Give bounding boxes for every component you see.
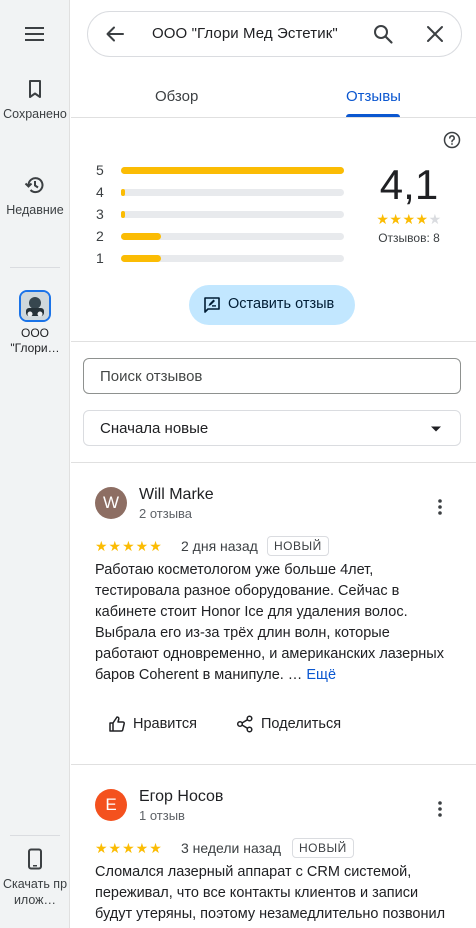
new-badge: НОВЫЙ xyxy=(292,838,354,858)
rating-row-label: 4 xyxy=(96,184,104,200)
rail-recent[interactable]: Недавние xyxy=(0,174,70,218)
rating-bar-track xyxy=(121,255,344,262)
star-filled-icon: ★ xyxy=(402,211,416,227)
write-review-button[interactable]: Оставить отзыв xyxy=(189,285,355,325)
rail-place-label-1: ООО xyxy=(20,326,49,340)
reviewer-meta: 1 отзыв xyxy=(139,808,185,823)
sort-select[interactable]: Сначала новые xyxy=(83,410,461,446)
thumb-up-icon xyxy=(109,716,125,732)
rail-place-label-2: "Глори… xyxy=(10,341,60,355)
rating-row-label: 2 xyxy=(96,228,104,244)
review-text: Сломался лазерный аппарат с CRM системой… xyxy=(95,864,446,922)
rating-row-label: 3 xyxy=(96,206,104,222)
place-thumbnail xyxy=(19,290,51,322)
star-filled-icon: ★ xyxy=(389,211,403,227)
review-item: W Will Marke 2 отзыва ★★★★★ 2 дня назад … xyxy=(71,463,476,763)
reviewer-name[interactable]: Will Marke xyxy=(139,486,214,504)
average-rating: 4,1 xyxy=(379,161,439,208)
rating-bar-fill xyxy=(121,189,125,196)
search-reviews-input[interactable] xyxy=(83,358,461,394)
rail-download-app[interactable]: Скачать прилож… xyxy=(0,848,70,908)
review-date: 3 недели назад xyxy=(181,840,281,856)
review-item: Е Егор Носов 1 отзыв ★★★★★ 3 недели наза… xyxy=(71,765,476,928)
share-icon xyxy=(236,715,253,733)
rate-review-icon xyxy=(204,297,220,313)
tab-reviews[interactable]: Отзывы xyxy=(346,88,401,105)
search-query[interactable]: ООО "Глори Мед Эстетик" xyxy=(152,25,338,42)
share-label: Поделиться xyxy=(261,716,342,732)
history-icon xyxy=(24,177,44,194)
rail-recent-label: Недавние xyxy=(6,203,64,217)
phone-icon xyxy=(28,848,42,870)
rail-divider xyxy=(10,267,60,268)
help-icon[interactable] xyxy=(443,131,461,149)
review-body: Работаю косметологом уже больше 4лет, те… xyxy=(95,562,444,683)
tab-overview[interactable]: Обзор xyxy=(155,88,198,105)
rail-download-label: Скачать прилож… xyxy=(2,877,68,907)
rating-bar-fill xyxy=(121,255,161,262)
rating-bar-fill xyxy=(121,167,344,174)
search-bar[interactable]: ООО "Глори Мед Эстетик" xyxy=(87,11,462,57)
star-filled-icon: ★ xyxy=(415,211,429,227)
reviewer-avatar[interactable]: W xyxy=(95,487,127,519)
like-button[interactable]: Нравится xyxy=(108,715,208,735)
review-date: 2 дня назад xyxy=(181,538,258,554)
share-button[interactable]: Поделиться xyxy=(236,715,356,735)
menu-icon[interactable] xyxy=(22,22,48,46)
bookmark-icon xyxy=(29,80,41,98)
review-stars: ★★★★★ xyxy=(95,840,163,856)
left-rail: Сохранено Недавние ООО "Глори… Скачать п… xyxy=(0,0,70,928)
rating-bar-track xyxy=(121,211,344,218)
rating-row-label: 5 xyxy=(96,162,104,178)
search-icon[interactable] xyxy=(372,23,394,45)
summary-divider xyxy=(71,341,476,342)
review-count[interactable]: Отзывов: 8 xyxy=(366,231,452,245)
rail-saved-label: Сохранено xyxy=(3,107,67,121)
rating-row-3: 3 xyxy=(96,207,346,221)
review-text: Работаю косметологом уже больше 4лет, те… xyxy=(95,560,453,686)
like-label: Нравится xyxy=(133,716,197,732)
new-badge: НОВЫЙ xyxy=(267,536,329,556)
back-arrow-icon[interactable] xyxy=(104,23,126,45)
star-filled-icon: ★ xyxy=(376,211,390,227)
write-review-label: Оставить отзыв xyxy=(228,296,335,312)
sort-value: Сначала новые xyxy=(100,420,209,437)
tabs-divider xyxy=(71,117,476,118)
rating-row-label: 1 xyxy=(96,250,104,266)
rating-bar-fill xyxy=(121,211,125,218)
reviewer-avatar[interactable]: Е xyxy=(95,789,127,821)
reviewer-name[interactable]: Егор Носов xyxy=(139,788,223,806)
rating-bar-track xyxy=(121,233,344,240)
more-vert-icon[interactable] xyxy=(432,497,448,517)
rating-row-2: 2 xyxy=(96,229,346,243)
review-stars: ★★★★★ xyxy=(95,538,163,554)
rail-saved[interactable]: Сохранено xyxy=(0,78,70,122)
read-more-link[interactable]: Ещё xyxy=(306,667,336,683)
rating-row-1: 1 xyxy=(96,251,346,265)
rating-bar-track xyxy=(121,189,344,196)
star-empty-icon: ★ xyxy=(428,211,442,227)
rail-place[interactable]: ООО "Глори… xyxy=(0,290,70,356)
rail-divider-bottom xyxy=(10,835,60,836)
more-vert-icon[interactable] xyxy=(432,799,448,819)
average-rating-stars: ★★★★★ xyxy=(370,211,448,227)
rating-bar-track xyxy=(121,167,344,174)
rating-row-4: 4 xyxy=(96,185,346,199)
rating-row-5: 5 xyxy=(96,163,346,177)
close-icon[interactable] xyxy=(424,23,446,45)
dropdown-arrow-icon xyxy=(431,426,441,432)
reviewer-meta: 2 отзыва xyxy=(139,506,193,521)
rating-bar-fill xyxy=(121,233,161,240)
